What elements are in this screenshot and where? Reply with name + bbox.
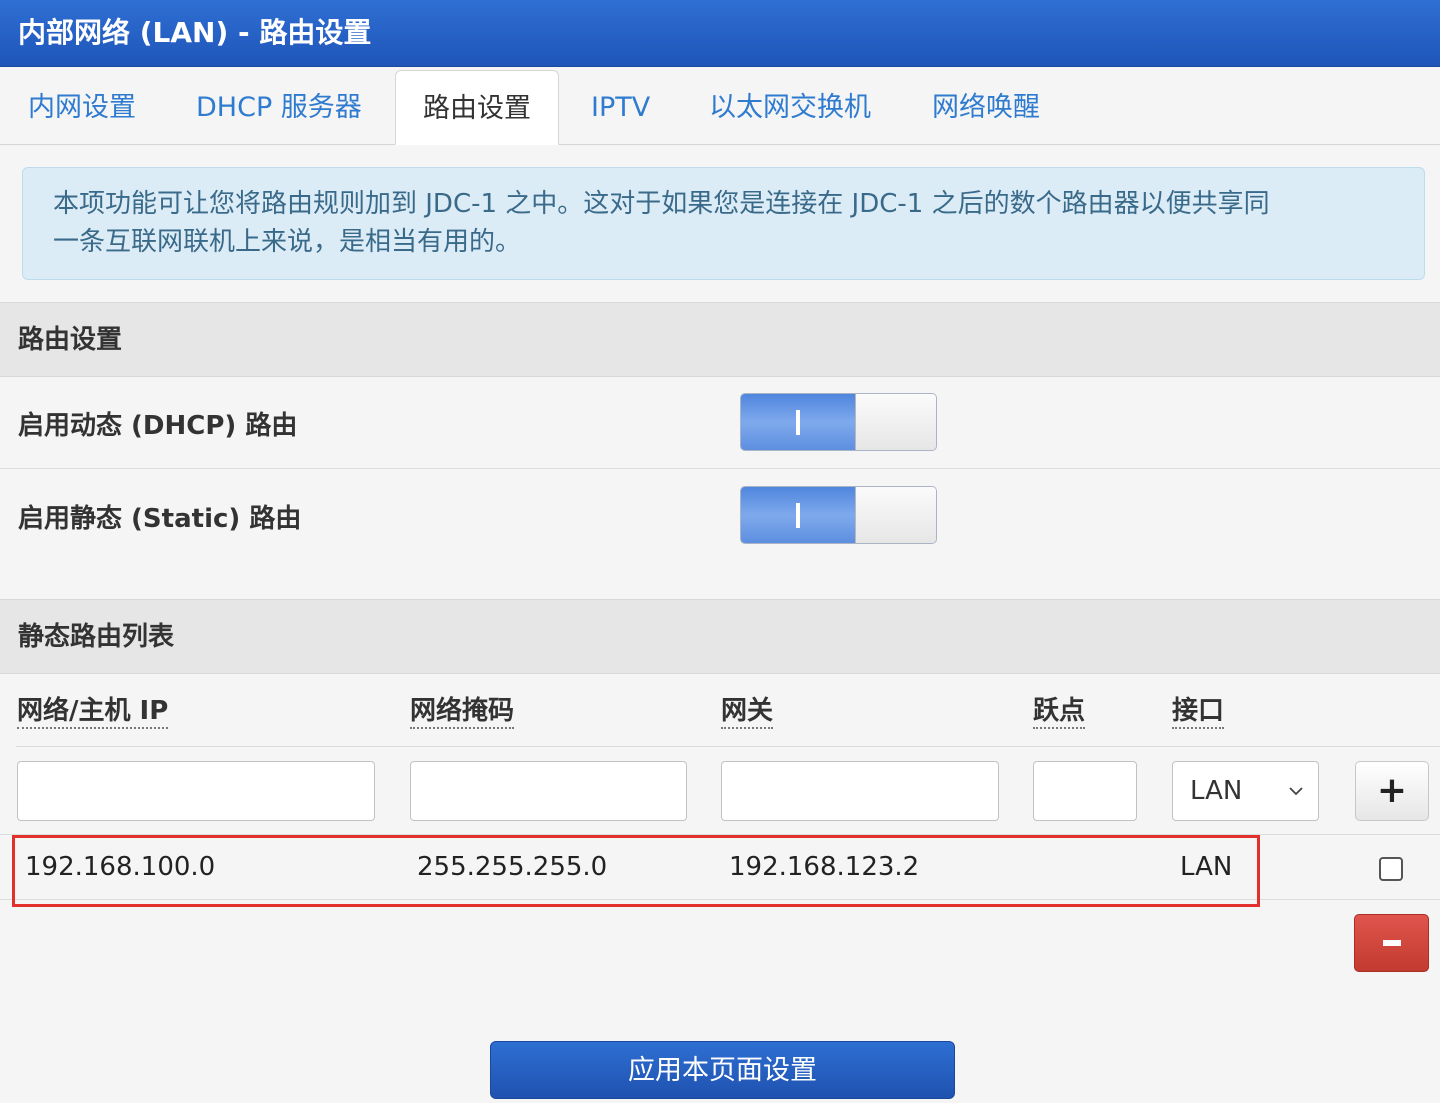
header-divider (16, 746, 1440, 747)
tab-route-settings[interactable]: 路由设置 (395, 70, 559, 145)
tab-iptv[interactable]: IPTV (591, 70, 650, 145)
title-bar: 内部网络 (LAN) - 路由设置 (0, 0, 1440, 67)
info-text-line2: 一条互联网联机上来说，是相当有用的。 (53, 227, 522, 257)
interface-select-value: LAN (1190, 776, 1243, 806)
column-header-netmask: 网络掩码 (410, 695, 515, 729)
apply-settings-button[interactable]: 应用本页面设置 (490, 1041, 955, 1099)
tab-ethernet-switch[interactable]: 以太网交换机 (709, 70, 871, 145)
setting-row-dhcp-route: 启用动态 (DHCP) 路由 (0, 377, 1440, 469)
add-route-button[interactable]: + (1355, 761, 1429, 821)
new-gateway-input[interactable] (721, 761, 999, 821)
toggle-knob (855, 487, 936, 543)
new-netmask-input[interactable] (410, 761, 687, 821)
column-header-interface: 接口 (1172, 695, 1225, 729)
new-interface-select[interactable]: LAN (1172, 761, 1319, 821)
minus-icon (1383, 940, 1401, 946)
dhcp-route-label: 启用动态 (DHCP) 路由 (18, 411, 298, 441)
new-metric-input[interactable] (1033, 761, 1137, 821)
dhcp-route-toggle[interactable] (740, 393, 937, 451)
toggle-on-mark (796, 410, 800, 435)
tab-wake-on-lan[interactable]: 网络唤醒 (932, 70, 1040, 145)
tab-bar: 内网设置 DHCP 服务器 路由设置 IPTV 以太网交换机 网络唤醒 (0, 67, 1440, 145)
toggle-on-segment (741, 487, 855, 543)
info-text-line1: 本项功能可让您将路由规则加到 JDC-1 之中。这对于如果您是连接在 JDC-1… (53, 189, 1270, 219)
chevron-down-icon (1289, 787, 1303, 796)
setting-row-static-route: 启用静态 (Static) 路由 (0, 470, 1440, 600)
info-box: 本项功能可让您将路由规则加到 JDC-1 之中。这对于如果您是连接在 JDC-1… (22, 167, 1425, 280)
static-route-toggle[interactable] (740, 486, 937, 544)
section-header-static-routes: 静态路由列表 (0, 599, 1440, 674)
highlight-box (12, 835, 1260, 907)
section-header-route-settings: 路由设置 (0, 302, 1440, 377)
route-select-checkbox[interactable] (1379, 857, 1403, 881)
plus-icon: + (1376, 770, 1408, 811)
delete-route-button[interactable] (1354, 914, 1429, 972)
page-title: 内部网络 (LAN) - 路由设置 (18, 16, 372, 49)
column-header-ip: 网络/主机 IP (17, 695, 169, 729)
toggle-knob (855, 394, 936, 450)
toggle-on-mark (796, 503, 800, 528)
tab-dhcp-server[interactable]: DHCP 服务器 (196, 70, 362, 145)
static-route-label: 启用静态 (Static) 路由 (18, 504, 302, 534)
tab-lan-settings[interactable]: 内网设置 (28, 70, 136, 145)
new-ip-input[interactable] (17, 761, 375, 821)
toggle-on-segment (741, 394, 855, 450)
column-header-metric: 跃点 (1033, 695, 1086, 729)
column-header-gateway: 网关 (721, 695, 774, 729)
